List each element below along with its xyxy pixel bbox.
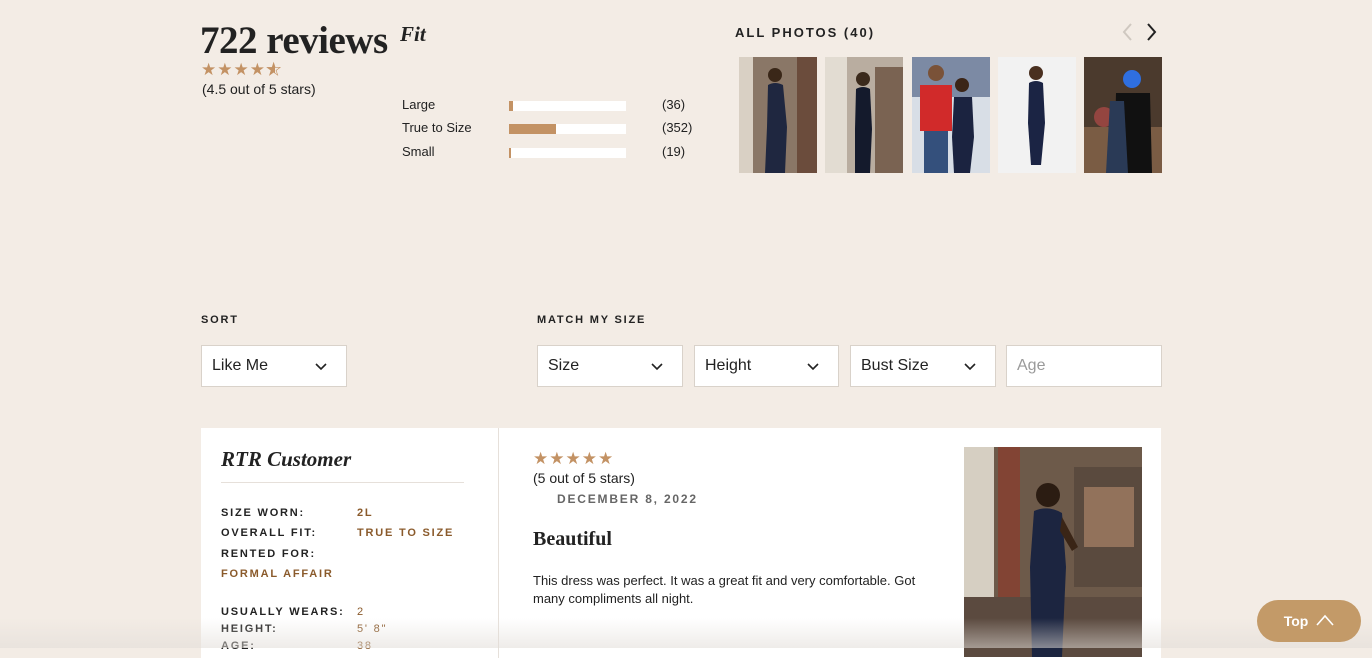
fit-count: (36): [662, 97, 686, 112]
divider: [221, 482, 464, 483]
scroll-to-top-button[interactable]: Top: [1257, 600, 1361, 642]
fit-row-large: Large (36): [402, 95, 702, 113]
star-icon: ★★★★: [201, 60, 266, 79]
fit-bar: [509, 124, 626, 134]
fit-row-true-to-size: True to Size (352): [402, 118, 702, 136]
size-worn-label: SIZE WORN:: [221, 507, 305, 519]
reviews-count: 722 reviews: [200, 19, 388, 62]
review-photo[interactable]: [964, 447, 1142, 657]
fit-bar-fill: [509, 148, 512, 158]
chevron-up-icon: [1316, 613, 1334, 629]
review-body: This dress was perfect. It was a great f…: [533, 573, 916, 606]
star-icon: ★★★★★: [533, 449, 615, 468]
photo-thumbnail-1[interactable]: [739, 57, 817, 173]
photo-thumbnail-5[interactable]: [1084, 57, 1162, 173]
review-rating-text: (5 out of 5 stars): [533, 470, 635, 486]
height-label: HEIGHT:: [221, 623, 278, 635]
chevron-right-icon[interactable]: [1142, 20, 1162, 44]
overall-fit-value: TRUE TO SIZE: [357, 527, 455, 539]
age-label: AGE:: [221, 640, 256, 652]
sort-label: SORT: [201, 314, 239, 326]
fit-bar: [509, 101, 626, 111]
sort-value: Like Me: [212, 357, 269, 374]
reviewer-name: RTR Customer: [221, 447, 352, 471]
half-star-icon: ★★★: [265, 60, 283, 80]
size-worn-value: 2L: [357, 507, 374, 519]
card-divider: [498, 428, 499, 658]
chevron-left-icon[interactable]: [1118, 20, 1138, 44]
all-photos-title[interactable]: ALL PHOTOS (40): [735, 25, 875, 40]
age-input[interactable]: [1006, 345, 1162, 387]
fit-label: Small: [402, 144, 435, 159]
fit-row-small: Small (19): [402, 142, 702, 160]
height-value: Height: [705, 357, 752, 374]
height-dropdown[interactable]: Height: [694, 345, 839, 387]
usually-wears-label: USUALLY WEARS:: [221, 606, 345, 618]
review-title: Beautiful: [533, 528, 612, 550]
height-value: 5' 8": [357, 623, 388, 635]
fit-label: True to Size: [402, 120, 472, 135]
bust-size-dropdown[interactable]: Bust Size: [850, 345, 996, 387]
top-button-label: Top: [1283, 613, 1309, 629]
chevron-down-icon: [806, 359, 820, 373]
fit-title: Fit: [400, 22, 426, 46]
fit-bar-fill: [509, 124, 556, 134]
rented-for-label: RENTED FOR:: [221, 548, 316, 560]
match-my-size-label: MATCH MY SIZE: [537, 314, 647, 326]
bust-size-value: Bust Size: [861, 357, 929, 374]
sort-dropdown[interactable]: Like Me: [201, 345, 347, 387]
fit-label: Large: [402, 97, 436, 112]
average-rating-stars: ★★★★★★★: [201, 60, 282, 80]
chevron-down-icon: [650, 359, 664, 373]
fit-count: (352): [662, 120, 693, 135]
photo-thumbnail-3[interactable]: [912, 57, 990, 173]
review-date: DECEMBER 8, 2022: [557, 492, 698, 506]
fit-bar: [509, 148, 626, 158]
rented-for-value: FORMAL AFFAIR: [221, 568, 334, 580]
chevron-down-icon: [314, 359, 328, 373]
fit-bar-fill: [509, 101, 513, 111]
photo-thumbnail-2[interactable]: [825, 57, 903, 173]
photo-thumbnail-4[interactable]: [998, 57, 1076, 173]
overall-fit-label: OVERALL FIT:: [221, 527, 317, 539]
size-dropdown[interactable]: Size: [537, 345, 683, 387]
usually-wears-value: 2: [357, 606, 365, 618]
chevron-down-icon: [963, 359, 977, 373]
age-value: 38: [357, 640, 373, 652]
fit-count: (19): [662, 144, 686, 159]
size-value: Size: [548, 357, 580, 374]
average-rating-text: (4.5 out of 5 stars): [202, 81, 316, 97]
